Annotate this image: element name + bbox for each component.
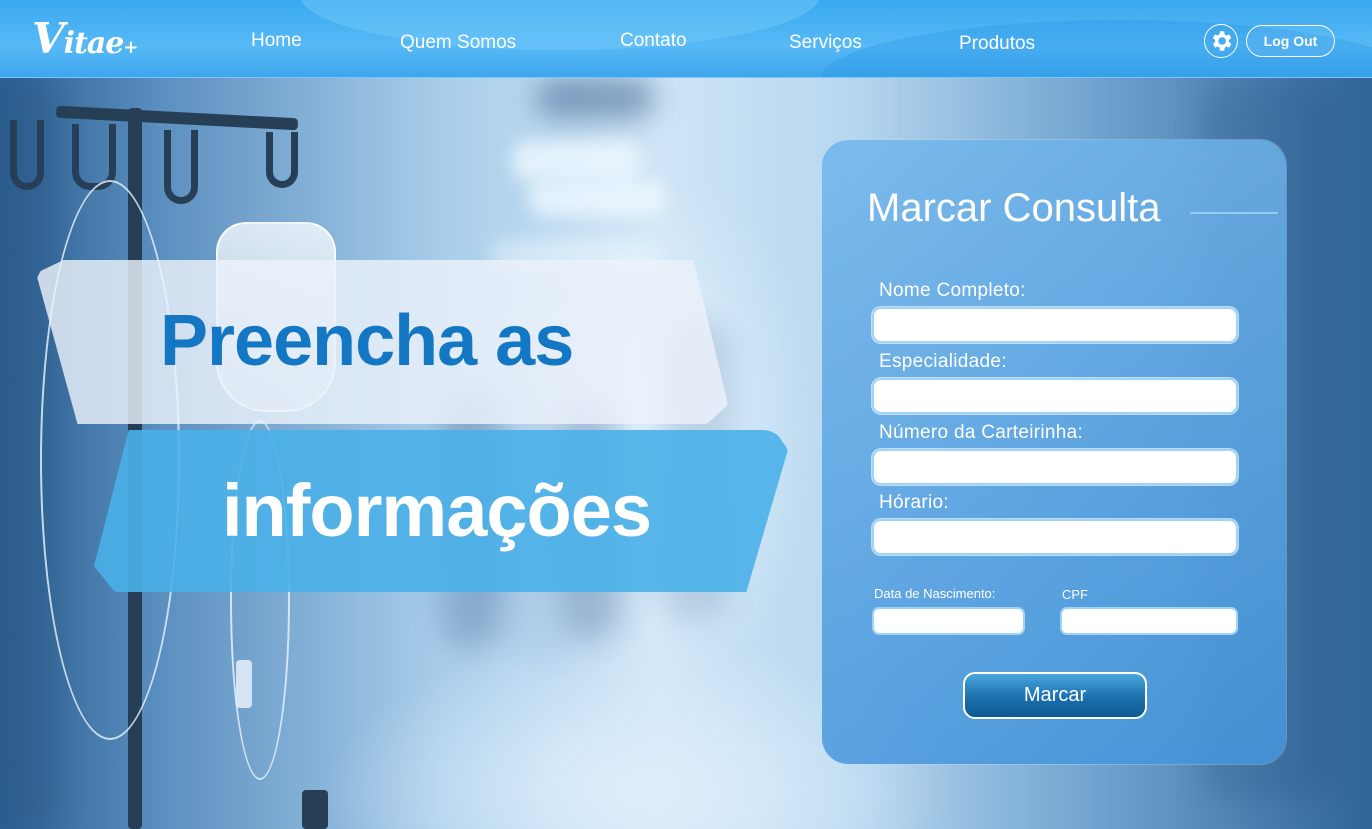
nav-link-home[interactable]: Home xyxy=(251,29,302,53)
label-numero-carteirinha: Número da Carteirinha: xyxy=(879,422,1084,443)
nav-link-contato[interactable]: Contato xyxy=(620,29,687,53)
label-data-nascimento: Data de Nascimento: xyxy=(874,586,996,601)
headline-line-2: informações xyxy=(222,469,652,552)
nav-link-produtos[interactable]: Produtos xyxy=(959,32,1035,56)
numero-carteirinha-input[interactable] xyxy=(872,449,1238,485)
cpf-input[interactable] xyxy=(1060,607,1238,635)
label-nome-completo: Nome Completo: xyxy=(879,280,1026,301)
form-title: Marcar Consulta xyxy=(867,186,1161,230)
marcar-button[interactable]: Marcar xyxy=(963,672,1147,719)
gear-icon xyxy=(1212,31,1232,51)
vitae-logo[interactable]: Vitae+ xyxy=(32,14,144,66)
top-nav-bar: Vitae+ Home Quem Somos Contato Serviços … xyxy=(0,0,1372,78)
nav-link-servicos[interactable]: Serviços xyxy=(789,31,862,55)
horario-input[interactable] xyxy=(872,519,1238,555)
label-horario: Hórario: xyxy=(879,492,949,513)
nome-completo-input[interactable] xyxy=(872,307,1238,343)
data-nascimento-input[interactable] xyxy=(872,607,1025,635)
nav-link-quem-somos[interactable]: Quem Somos xyxy=(400,31,516,55)
especialidade-input[interactable] xyxy=(872,378,1238,414)
settings-button[interactable] xyxy=(1204,24,1238,58)
logout-button[interactable]: Log Out xyxy=(1246,25,1335,57)
label-cpf: CPF xyxy=(1062,587,1088,602)
title-divider xyxy=(1190,212,1278,214)
label-especialidade: Especialidade: xyxy=(879,351,1007,372)
headline-line-1: Preencha as xyxy=(160,301,574,381)
